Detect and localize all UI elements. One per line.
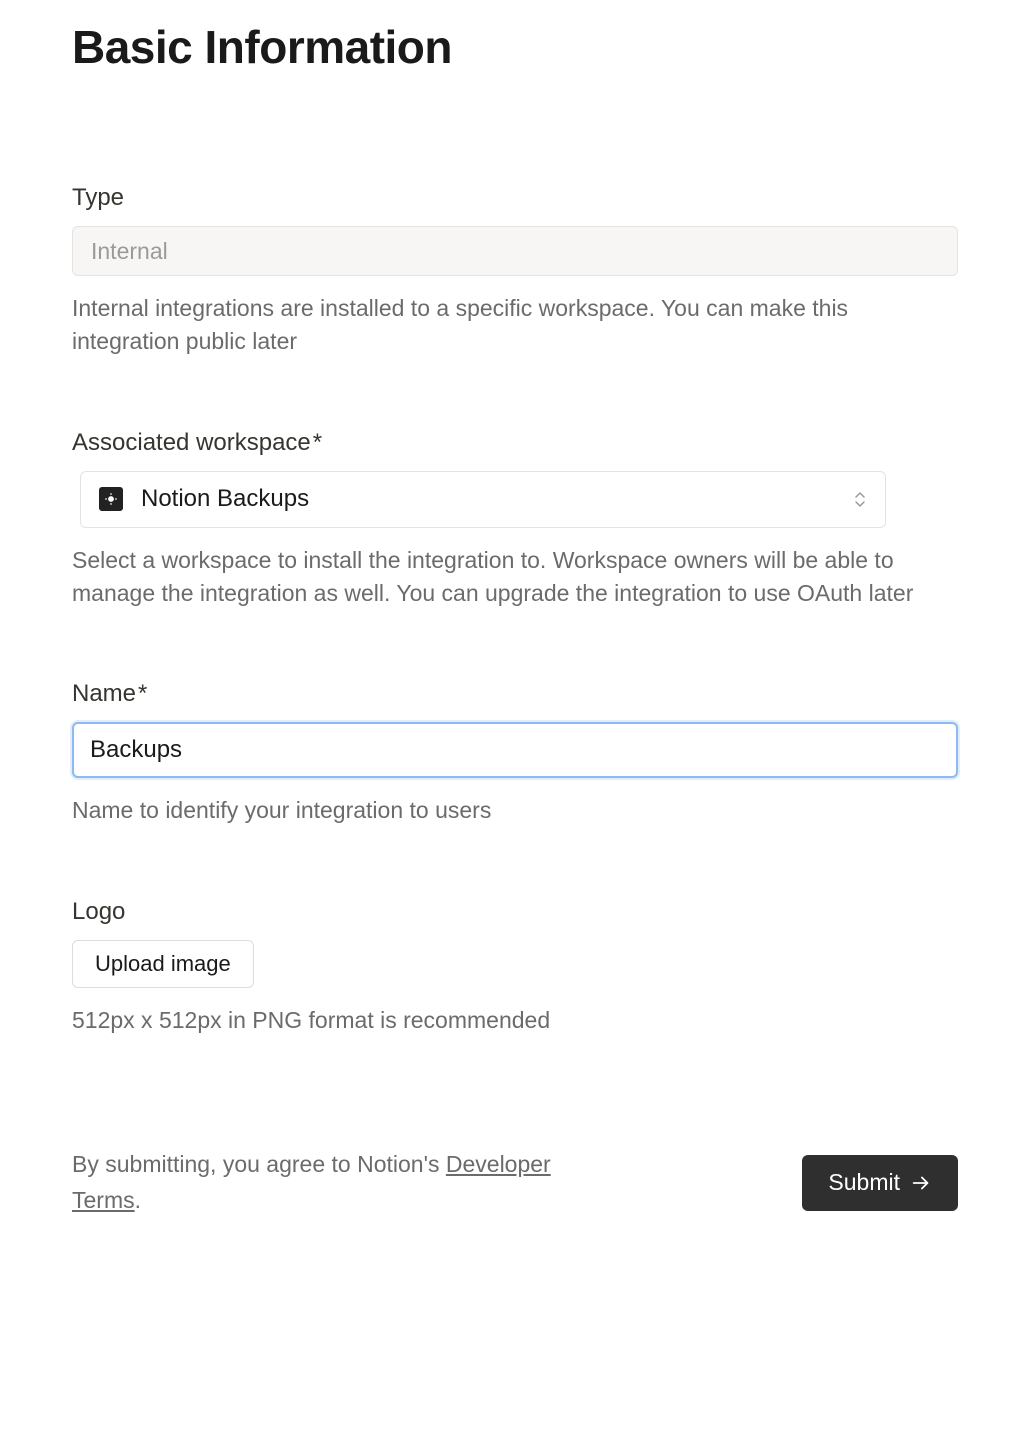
upload-image-button[interactable]: Upload image [72, 940, 254, 988]
workspace-help-text: Select a workspace to install the integr… [72, 544, 958, 611]
workspace-select-content: Notion Backups [99, 485, 309, 513]
chevron-up-down-icon [853, 491, 867, 508]
submit-button[interactable]: Submit [802, 1155, 958, 1211]
required-marker: * [313, 429, 322, 456]
terms-prefix: By submitting, you agree to Notion's [72, 1151, 446, 1177]
name-field-group: Name* Name to identify your integration … [72, 680, 958, 827]
type-value: Internal [91, 238, 168, 265]
logo-help-text: 512px x 512px in PNG format is recommend… [72, 1004, 958, 1037]
workspace-field-group: Associated workspace* Notion Backups Sel… [72, 429, 958, 611]
workspace-label-text: Associated workspace [72, 429, 311, 456]
workspace-select[interactable]: Notion Backups [80, 471, 886, 528]
required-marker: * [138, 680, 147, 707]
logo-label: Logo [72, 898, 958, 926]
terms-text: By submitting, you agree to Notion's Dev… [72, 1147, 592, 1218]
logo-field-group: Logo Upload image 512px x 512px in PNG f… [72, 898, 958, 1037]
name-input[interactable] [72, 722, 958, 778]
type-field-group: Type Internal Internal integrations are … [72, 184, 958, 359]
footer-row: By submitting, you agree to Notion's Dev… [72, 1147, 958, 1218]
workspace-label: Associated workspace* [72, 429, 958, 457]
submit-label: Submit [828, 1169, 900, 1196]
name-help-text: Name to identify your integration to use… [72, 794, 958, 827]
workspace-selected-value: Notion Backups [141, 485, 309, 513]
arrow-right-icon [910, 1172, 932, 1194]
type-help-text: Internal integrations are installed to a… [72, 292, 958, 359]
workspace-icon [99, 487, 123, 511]
terms-suffix: . [135, 1187, 141, 1213]
type-label: Type [72, 184, 958, 212]
type-input-disabled: Internal [72, 226, 958, 276]
name-label-text: Name [72, 680, 136, 707]
name-label: Name* [72, 680, 958, 708]
page-title: Basic Information [72, 20, 958, 74]
